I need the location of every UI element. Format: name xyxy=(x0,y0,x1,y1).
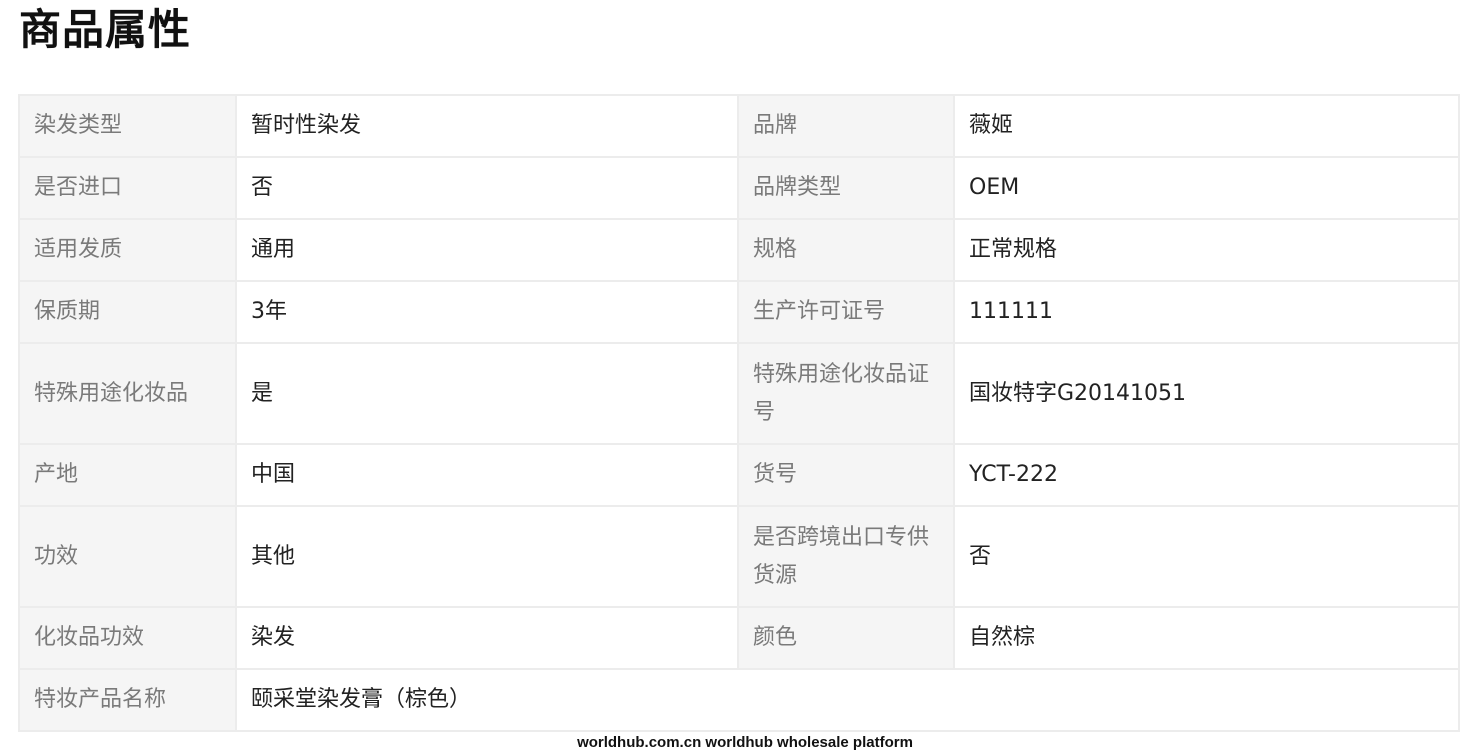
attribute-value: 111111 xyxy=(953,280,1460,344)
attribute-value: 其他 xyxy=(235,505,739,608)
attribute-value: 自然棕 xyxy=(953,606,1460,670)
attribute-label: 是否进口 xyxy=(18,156,237,220)
attribute-label: 货号 xyxy=(737,443,955,507)
table-row: 功效 其他 是否跨境出口专供货源 否 xyxy=(18,505,1460,608)
attribute-label: 规格 xyxy=(737,218,955,282)
table-row: 特殊用途化妆品 是 特殊用途化妆品证号 国妆特字G20141051 xyxy=(18,342,1460,445)
attribute-label: 化妆品功效 xyxy=(18,606,237,670)
attribute-value: 暂时性染发 xyxy=(235,94,739,158)
attribute-value: 否 xyxy=(235,156,739,220)
attribute-label: 品牌类型 xyxy=(737,156,955,220)
attribute-value: 中国 xyxy=(235,443,739,507)
table-row: 适用发质 通用 规格 正常规格 xyxy=(18,218,1460,282)
attribute-label: 特殊用途化妆品 xyxy=(18,342,237,445)
watermark: worldhub.com.cn worldhub wholesale platf… xyxy=(577,734,913,751)
attribute-label: 生产许可证号 xyxy=(737,280,955,344)
attribute-value: 否 xyxy=(953,505,1460,608)
attribute-value: 是 xyxy=(235,342,739,445)
attribute-value: 3年 xyxy=(235,280,739,344)
product-attributes-table: 染发类型 暂时性染发 品牌 薇姬 是否进口 否 品牌类型 OEM 适用发质 通用… xyxy=(18,94,1460,732)
table-row: 保质期 3年 生产许可证号 111111 xyxy=(18,280,1460,344)
attribute-label: 产地 xyxy=(18,443,237,507)
attribute-label: 是否跨境出口专供货源 xyxy=(737,505,955,608)
attribute-value: OEM xyxy=(953,156,1460,220)
attribute-value: 染发 xyxy=(235,606,739,670)
attribute-label: 适用发质 xyxy=(18,218,237,282)
attribute-label: 染发类型 xyxy=(18,94,237,158)
attribute-value: 正常规格 xyxy=(953,218,1460,282)
table-row: 是否进口 否 品牌类型 OEM xyxy=(18,156,1460,220)
attribute-label: 特妆产品名称 xyxy=(18,668,237,732)
attribute-label: 品牌 xyxy=(737,94,955,158)
attribute-value: YCT-222 xyxy=(953,443,1460,507)
attribute-value: 国妆特字G20141051 xyxy=(953,342,1460,445)
attribute-label: 颜色 xyxy=(737,606,955,670)
table-row: 化妆品功效 染发 颜色 自然棕 xyxy=(18,606,1460,670)
attribute-value: 薇姬 xyxy=(953,94,1460,158)
table-row: 产地 中国 货号 YCT-222 xyxy=(18,443,1460,507)
attribute-value: 颐采堂染发膏（棕色） xyxy=(235,668,1460,732)
table-row: 特妆产品名称 颐采堂染发膏（棕色） xyxy=(18,668,1460,732)
attribute-label: 特殊用途化妆品证号 xyxy=(737,342,955,445)
attribute-value: 通用 xyxy=(235,218,739,282)
attribute-label: 保质期 xyxy=(18,280,237,344)
page-title: 商品属性 xyxy=(19,5,192,54)
attribute-label: 功效 xyxy=(18,505,237,608)
table-row: 染发类型 暂时性染发 品牌 薇姬 xyxy=(18,94,1460,158)
